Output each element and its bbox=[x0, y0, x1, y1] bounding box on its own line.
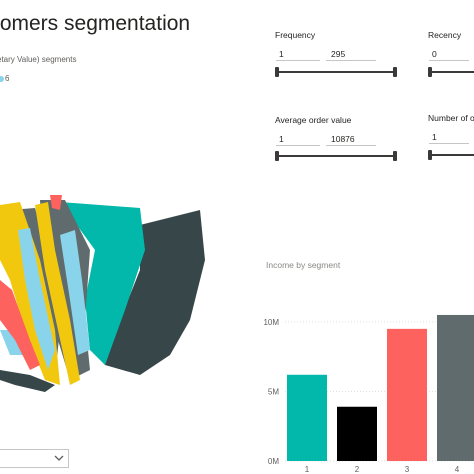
x-tick-label: 4 bbox=[455, 465, 460, 474]
page-title: tomers segmentation bbox=[0, 12, 191, 35]
slicer-orders-min[interactable]: 1 bbox=[432, 132, 437, 142]
scatter-chart-title: etary Value) segments bbox=[0, 55, 77, 64]
slicer-aov-max[interactable]: 10876 bbox=[331, 134, 355, 144]
slicer-orders-min-underline bbox=[429, 143, 469, 144]
slicer-recency-label: Recency bbox=[428, 30, 462, 40]
bar-segment-1[interactable] bbox=[287, 374, 327, 461]
slider-orders-handle-min[interactable] bbox=[428, 150, 432, 160]
slicer-aov-max-underline bbox=[326, 145, 376, 146]
bar-segment-3[interactable] bbox=[387, 328, 427, 461]
slicer-aov-label: Average order value bbox=[275, 115, 352, 125]
slider-orders-track[interactable] bbox=[430, 154, 474, 156]
slicer-aov-min-underline bbox=[276, 145, 320, 146]
slicer-aov-min[interactable]: 1 bbox=[279, 134, 284, 144]
slicer-frequency-max-underline bbox=[326, 60, 376, 61]
chevron-down-icon[interactable] bbox=[54, 454, 64, 462]
bar-segment-2[interactable] bbox=[337, 406, 377, 461]
legend-dot-icon bbox=[0, 75, 4, 82]
slicer-orders-label: Number of o bbox=[428, 113, 474, 123]
segment-dropdown[interactable] bbox=[0, 449, 69, 468]
bar-segment-4[interactable] bbox=[437, 314, 474, 461]
slicer-frequency-min-underline bbox=[276, 60, 320, 61]
slicer-frequency-label: Frequency bbox=[275, 30, 316, 40]
slicer-frequency-min[interactable]: 1 bbox=[279, 49, 284, 59]
segment-scatter-plot bbox=[0, 195, 205, 392]
legend-label: 6 bbox=[5, 74, 10, 83]
slider-frequency-track[interactable] bbox=[276, 71, 396, 73]
slider-frequency-handle-min[interactable] bbox=[275, 67, 279, 77]
slider-recency-track[interactable] bbox=[430, 71, 474, 73]
slider-aov-handle-min[interactable] bbox=[275, 151, 279, 161]
slider-recency-handle-min[interactable] bbox=[428, 67, 432, 77]
income-bar-chart: 0M 5M 10M 1 2 3 4 bbox=[263, 314, 474, 474]
x-tick-label: 3 bbox=[405, 465, 410, 474]
y-tick-label: 5M bbox=[268, 387, 279, 396]
slider-frequency-handle-max[interactable] bbox=[393, 67, 397, 77]
slider-aov-track[interactable] bbox=[276, 155, 396, 157]
x-tick-label: 1 bbox=[305, 465, 310, 474]
slicer-frequency-max[interactable]: 295 bbox=[331, 49, 345, 59]
income-chart-title: Income by segment bbox=[266, 260, 341, 270]
slicer-recency-min-underline bbox=[429, 60, 469, 61]
slider-aov-handle-max[interactable] bbox=[393, 151, 397, 161]
y-tick-label: 10M bbox=[263, 318, 279, 327]
scatter-legend: 6 bbox=[0, 74, 9, 83]
slicer-recency-min[interactable]: 0 bbox=[432, 49, 437, 59]
x-tick-label: 2 bbox=[355, 465, 360, 474]
y-tick-label: 0M bbox=[268, 457, 279, 466]
